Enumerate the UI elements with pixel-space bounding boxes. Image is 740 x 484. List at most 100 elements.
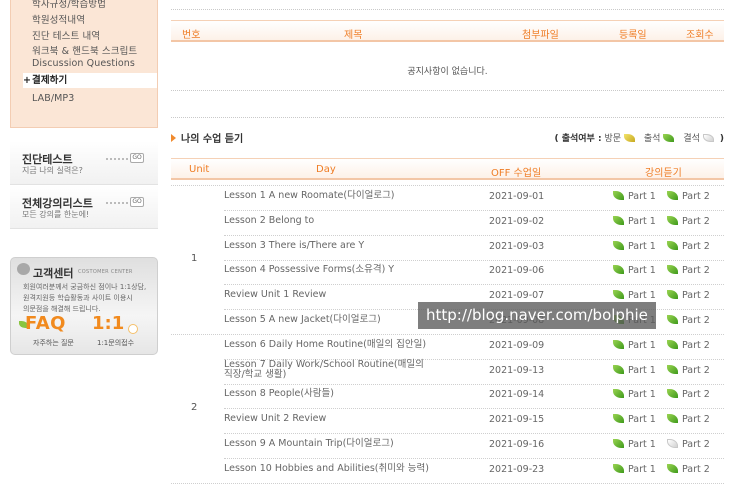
flower-decoration-icon (128, 324, 138, 334)
leaf-green-icon (613, 339, 624, 349)
off-class-date: 2021-09-09 (489, 339, 545, 351)
lesson-title-link[interactable]: Review Unit 1 Review (224, 290, 326, 300)
go-button[interactable]: GO (130, 197, 144, 207)
leaf-green-icon (667, 463, 678, 473)
part-1-button[interactable]: Part 1 (613, 339, 656, 351)
diagnostic-test-subtitle: 지금 나의 실력은? (22, 166, 83, 175)
leaf-green-icon (667, 215, 678, 225)
lesson-table-header: Unit Day OFF 수업일 강의듣기 (171, 158, 724, 180)
leaf-green-icon (663, 134, 675, 142)
sidebar-item-grades[interactable]: 학원성적내역 (32, 12, 85, 26)
col-unit: Unit (189, 164, 210, 175)
lesson-title-link[interactable]: Lesson 3 There is/There are Y (224, 240, 364, 251)
unit-divider (171, 185, 724, 186)
part-2-button[interactable]: Part 2 (667, 191, 710, 202)
lesson-title-link[interactable]: Lesson 9 A Mountain Trip(다이얼로그) (224, 439, 394, 449)
leaf-green-icon (667, 240, 678, 250)
sidebar-item-diagnostic-history[interactable]: 진단 테스트 내역 (32, 28, 100, 42)
unit-divider (171, 482, 724, 484)
lesson-title-link[interactable]: Lesson 6 Daily Home Routine(매일의 집안일) (224, 339, 426, 350)
lesson-title-link[interactable]: Lesson 8 People(사람들) (224, 389, 334, 399)
part-label: Part 1 (628, 463, 656, 475)
faq-link[interactable]: FAQ (25, 313, 66, 334)
leaf-green-icon (613, 414, 624, 424)
lesson-title-link[interactable]: Review Unit 2 Review (224, 414, 326, 424)
notice-empty-message: 공지사항이 없습니다. (407, 67, 488, 77)
off-class-date: 2021-09-15 (489, 414, 545, 426)
part-1-button[interactable]: Part 1 (613, 240, 656, 252)
leaf-green-icon (613, 240, 624, 250)
customer-center-description: 회원여러분께서 궁금하신 점이나 1:1상담, 원격지원등 학습활동과 사이트 … (23, 282, 155, 315)
lesson-title-link[interactable]: Lesson 5 A new Jacket(다이얼로그) (224, 315, 381, 325)
part-label: Part 2 (682, 364, 710, 376)
part-label: Part 1 (628, 364, 656, 376)
off-class-date: 2021-09-16 (489, 439, 545, 450)
part-1-button[interactable]: Part 1 (613, 215, 656, 227)
part-1-button[interactable]: Part 1 (613, 364, 656, 376)
lecture-list-subtitle: 모든 강의를 한눈에! (22, 210, 90, 219)
part-2-button[interactable]: Part 2 (667, 463, 710, 475)
part-2-button[interactable]: Part 2 (667, 290, 710, 301)
leaf-green-icon (667, 364, 678, 374)
part-2-button[interactable]: Part 2 (667, 215, 710, 227)
part-label: Part 1 (628, 339, 656, 351)
dotted-divider (106, 158, 128, 160)
col-number: 번호 (182, 30, 201, 41)
leaf-green-icon (667, 265, 678, 275)
table-row: Lesson 10 Hobbies and Abilities(취미와 능력) 2… (171, 459, 724, 484)
leaf-green-icon (667, 315, 678, 324)
part-2-button[interactable]: Part 2 (667, 439, 710, 450)
lesson-title-link[interactable]: Lesson 7 Daily Work/School Routine(매일의 직… (224, 359, 434, 380)
lesson-title-link[interactable]: Lesson 4 Possessive Forms(소유격) Y (224, 265, 394, 275)
part-label: Part 1 (628, 215, 656, 227)
sidebar-item-label: 결제하기 (32, 75, 68, 86)
part-1-button[interactable]: Part 1 (613, 265, 656, 276)
legend-close: ) (719, 134, 724, 144)
part-2-button[interactable]: Part 2 (667, 315, 710, 326)
table-row: Lesson 1 A new Roomate(다이얼로그) 2021-09-01 P… (171, 186, 724, 211)
table-row: Lesson 3 There is/There are Y 2021-09-03 P… (171, 236, 724, 261)
part-1-button[interactable]: Part 1 (613, 414, 656, 425)
leaf-green-icon (613, 364, 624, 374)
lesson-title-link[interactable]: Lesson 2 Belong to (224, 215, 314, 226)
col-views: 조회수 (686, 30, 714, 41)
part-label: Part 1 (628, 240, 656, 252)
col-day: Day (316, 164, 336, 175)
dotted-divider (106, 202, 128, 204)
part-2-button[interactable]: Part 2 (667, 339, 710, 351)
sidebar-item-payment[interactable]: +결제하기 (23, 73, 157, 88)
sidebar-item-lab-mp3[interactable]: LAB/MP3 (32, 93, 74, 104)
part-1-button[interactable]: Part 1 (613, 191, 656, 202)
off-class-date: 2021-09-23 (489, 463, 545, 475)
sidebar-item-discussion-questions[interactable]: Discussion Questions (32, 58, 135, 69)
attendance-legend: ( 출석여부 : 방문 출석 결석) (554, 131, 724, 144)
part-label: Part 2 (682, 439, 710, 450)
lesson-title-link[interactable]: Lesson 1 A new Roomate(다이얼로그) (224, 191, 395, 201)
sidebar-item-academic-rules[interactable]: 학사규정/학습방법 (32, 0, 106, 10)
part-2-button[interactable]: Part 2 (667, 364, 710, 376)
leaf-green-icon (667, 191, 678, 200)
diagnostic-test-banner[interactable]: 진단테스트 지금 나의 실력은? GO (10, 141, 158, 185)
part-label: Part 2 (682, 265, 710, 277)
part-1-button[interactable]: Part 1 (613, 439, 656, 450)
lecture-list-banner[interactable]: 전체강의리스트 모든 강의를 한눈에! GO (10, 185, 158, 229)
leaf-green-icon (613, 215, 624, 225)
part-2-button[interactable]: Part 2 (667, 389, 710, 400)
part-2-button[interactable]: Part 2 (667, 265, 710, 276)
part-1-button[interactable]: Part 1 (613, 290, 656, 301)
part-2-button[interactable]: Part 2 (667, 414, 710, 425)
unit-number: 1 (191, 253, 198, 265)
lesson-title-link[interactable]: Lesson 10 Hobbies and Abilities(취미와 능력) (224, 463, 429, 474)
legend-absent-label: 결석 (683, 134, 700, 144)
sidebar-item-workbook-script[interactable]: 워크북 & 핸드북 스크립트 (32, 43, 137, 57)
part-label: Part 1 (628, 414, 656, 426)
part-label: Part 2 (682, 414, 710, 426)
part-label: Part 2 (682, 215, 710, 227)
go-button[interactable]: GO (130, 153, 144, 163)
leaf-green-icon (667, 414, 678, 424)
part-1-button[interactable]: Part 1 (613, 463, 656, 475)
part-2-button[interactable]: Part 2 (667, 240, 710, 252)
table-row: Lesson 6 Daily Home Routine(매일의 집안일) 2021… (171, 335, 724, 360)
one-to-one-link[interactable]: 1:1 (92, 313, 124, 334)
part-1-button[interactable]: Part 1 (613, 389, 656, 400)
